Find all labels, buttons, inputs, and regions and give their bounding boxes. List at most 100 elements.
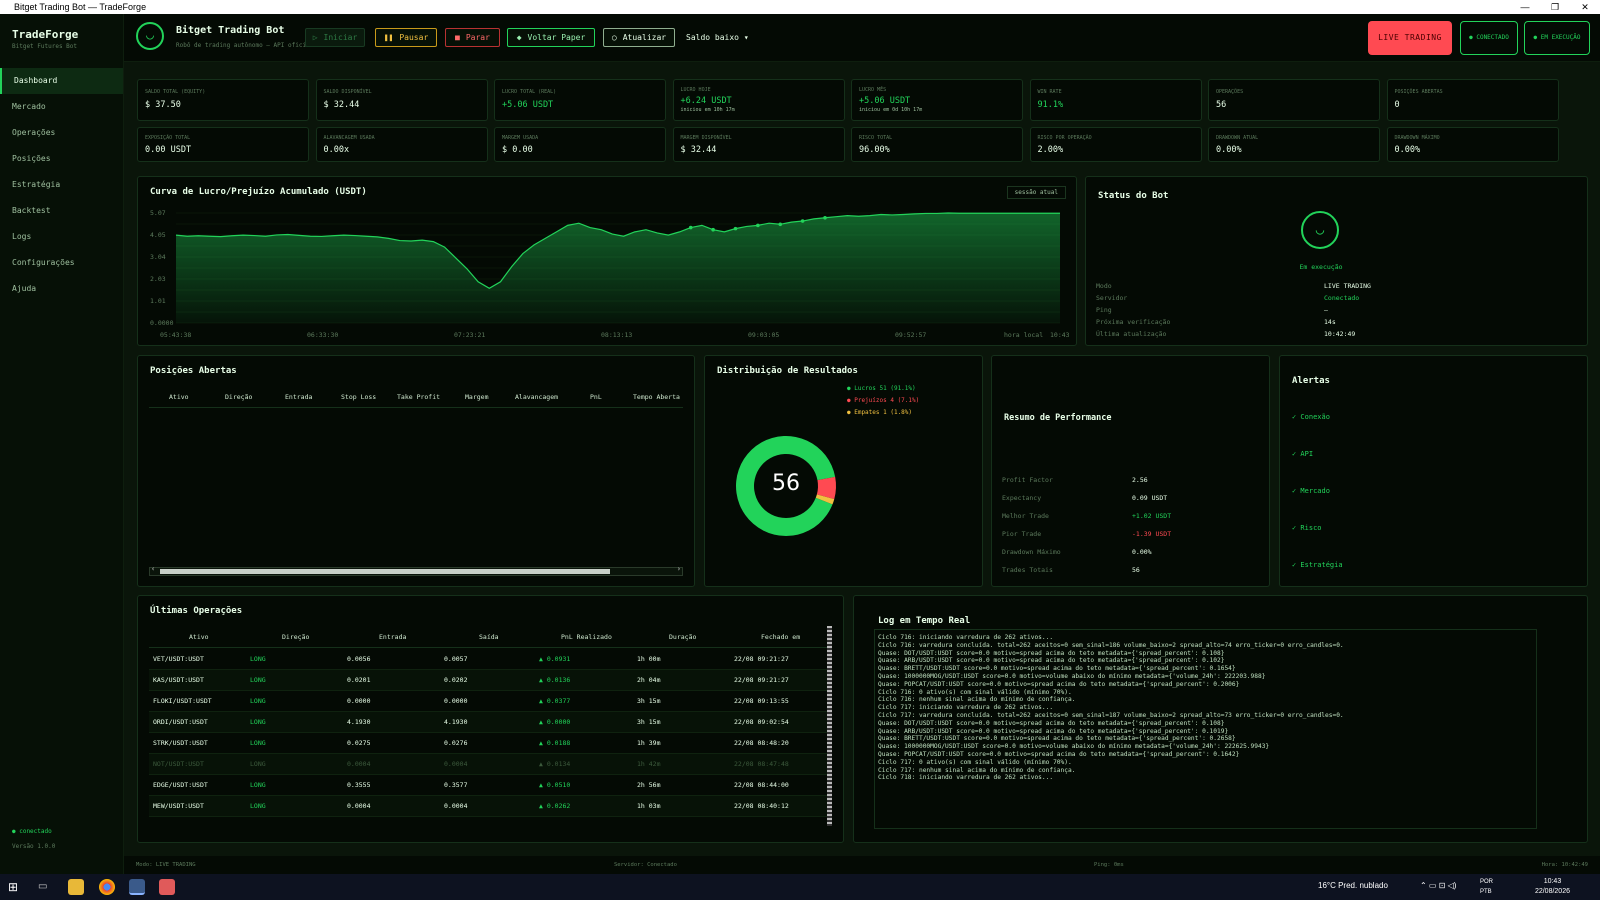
kpi-label: Risco por Operação: [1037, 135, 1092, 141]
table-row[interactable]: EDGE/USDT:USDT LONG 0.3555 0.3577 ▲ 0.0510 2h…: [149, 775, 828, 796]
app-pinned-icon[interactable]: [159, 879, 175, 895]
clock-date: 22/08/2026: [1534, 888, 1570, 895]
sidebar-item-mercado[interactable]: Mercado: [0, 94, 123, 120]
perf-label: Melhor Trade: [1002, 512, 1049, 520]
positions-scrollbar[interactable]: ‹ ›: [149, 565, 683, 576]
sidebar-item-posicoes[interactable]: Posições: [0, 146, 123, 172]
trade-marker[interactable]: [733, 226, 738, 231]
table-row[interactable]: MEW/USDT:USDT LONG 0.0004 0.0004 ▲ 0.0262 1h …: [149, 796, 828, 817]
file-explorer-icon[interactable]: [68, 879, 84, 895]
scroll-left-icon[interactable]: ‹: [151, 565, 155, 573]
kpi-value: 56: [1216, 100, 1227, 110]
trade-marker[interactable]: [688, 225, 693, 230]
column-header[interactable]: Entrada: [379, 626, 406, 648]
trade-marker[interactable]: [823, 215, 827, 220]
pnl-chart-card: Curva de Lucro/Prejuízo Acumulado (USDT)…: [137, 176, 1077, 346]
log-line: Quase: BRETT/USDT:USDT score=0.0 motivo=…: [878, 735, 1236, 743]
table-cell: 0.0000: [444, 697, 468, 705]
column-header[interactable]: Saída: [479, 626, 499, 648]
chrome-icon[interactable]: [99, 879, 115, 895]
column-header[interactable]: Ativo: [169, 386, 189, 408]
column-header[interactable]: Ativo: [189, 626, 209, 648]
table-cell: 22/08 08:44:00: [734, 781, 789, 789]
taskbar-clock[interactable]: 10:43 22/08/2026: [1535, 877, 1570, 897]
table-row[interactable]: VET/USDT:USDT LONG 0.0056 0.0057 ▲ 0.0931 1h …: [149, 649, 828, 670]
kpi-sub: iniciou em 0d 10h 17m: [859, 107, 923, 113]
start-menu-icon[interactable]: ⊞: [8, 879, 24, 895]
minimize-button[interactable]: —: [1510, 2, 1540, 13]
close-button[interactable]: ✕: [1570, 2, 1600, 13]
trade-marker[interactable]: [756, 223, 760, 228]
distribution-title: Distribuição de Resultados: [717, 366, 858, 376]
column-header[interactable]: Alavancagem: [515, 386, 558, 408]
app-window-icon[interactable]: [129, 879, 145, 895]
maximize-button[interactable]: ❐: [1540, 2, 1570, 13]
column-header[interactable]: Stop Loss: [341, 386, 376, 408]
table-cell: 0.0201: [347, 676, 371, 684]
trades-table-header: Ativo Direção Entrada Saída PnL Realizado Dur…: [149, 626, 832, 648]
kpi-value: 0: [1394, 100, 1400, 110]
column-header[interactable]: PnL: [590, 386, 602, 408]
sidebar-item-backtest[interactable]: Backtest: [0, 198, 123, 224]
perf-value: 0.00%: [1132, 548, 1152, 556]
start-button[interactable]: ▷ Iniciar: [305, 28, 365, 47]
sidebar-item-configuracoes[interactable]: Configurações: [0, 250, 123, 276]
trade-marker[interactable]: [711, 227, 715, 232]
kpi-label: Lucro Hoje: [680, 87, 711, 93]
log-line: Quase: DOT/USDT:USDT score=0.0 motivo=sp…: [878, 649, 1225, 657]
open-positions-card: Posições Abertas Ativo Direção Entrada Stop…: [137, 355, 695, 587]
column-header[interactable]: Tempo Aberta: [633, 386, 680, 408]
paper-mode-button[interactable]: ◆ Voltar Paper: [507, 28, 595, 47]
kpi-card: Posições Abertas 0: [1386, 79, 1559, 121]
refresh-button[interactable]: ○ Atualizar: [603, 28, 675, 47]
x-end-label: 10:43: [1050, 331, 1070, 339]
table-row[interactable]: KAS/USDT:USDT LONG 0.0201 0.0202 ▲ 0.0136 2h …: [149, 670, 828, 691]
table-row[interactable]: FLOKI/USDT:USDT LONG 0.0000 0.0000 ▲ 0.0377 3…: [149, 691, 828, 712]
column-header[interactable]: Duração: [669, 626, 696, 648]
stop-button[interactable]: ■ Parar: [445, 28, 500, 47]
sidebar-item-dashboard[interactable]: Dashboard: [0, 68, 123, 94]
sidebar-item-ajuda[interactable]: Ajuda: [0, 276, 123, 302]
sidebar-nav: Dashboard Mercado Operações Posições Est…: [0, 68, 123, 302]
trade-marker[interactable]: [800, 219, 805, 223]
table-cell: ▲ 0.0262: [539, 802, 571, 810]
live-trading-badge[interactable]: LIVE TRADING: [1368, 21, 1452, 55]
sidebar-item-logs[interactable]: Logs: [0, 224, 123, 250]
balance-filter-select[interactable]: Saldo baixo ▾: [682, 28, 752, 47]
sidebar-item-estrategia[interactable]: Estratégia: [0, 172, 123, 198]
kpi-value: +5.06 USDT: [502, 100, 554, 110]
y-tick-label: 0.0000: [150, 319, 174, 327]
running-badge: ● EM EXECUÇÃO: [1524, 21, 1590, 55]
input-language[interactable]: POR PTB: [1480, 877, 1493, 897]
table-row[interactable]: NOT/USDT:USDT LONG 0.0004 0.0004 ▲ 0.0134 1h …: [149, 754, 828, 775]
task-view-icon[interactable]: ▭: [38, 879, 54, 895]
column-header[interactable]: PnL Realizado: [561, 626, 612, 648]
table-row[interactable]: STRK/USDT:USDT LONG 0.0275 0.0276 ▲ 0.0188 1h…: [149, 733, 828, 754]
distribution-card: Distribuição de Resultados ● Lucros 51 (…: [704, 355, 983, 587]
table-cell: 0.0004: [444, 760, 468, 768]
log-title: Log em Tempo Real: [878, 616, 971, 626]
column-header[interactable]: Fechado em: [761, 626, 800, 648]
trade-marker[interactable]: [778, 222, 783, 227]
status-key: Última atualização: [1096, 330, 1167, 338]
column-header[interactable]: Direção: [225, 386, 252, 408]
kpi-label: Operações: [1216, 89, 1244, 95]
bot-status-card: Status do Bot ◡ Em execução Modo LIVE TRA…: [1085, 176, 1588, 346]
table-cell: 3h 15m: [637, 718, 661, 726]
kpi-card: Alavancagem Usada 0.00x: [315, 127, 488, 162]
table-cell: ▲ 0.0188: [539, 739, 571, 747]
table-cell: 0.0000: [347, 697, 371, 705]
scroll-right-icon[interactable]: ›: [677, 565, 681, 573]
column-header[interactable]: Take Profit: [397, 386, 440, 408]
trades-scrollbar[interactable]: [827, 626, 832, 826]
table-row[interactable]: ORDI/USDT:USDT LONG 4.1930 4.1930 ▲ 0.0000 3h…: [149, 712, 828, 733]
column-header[interactable]: Direção: [282, 626, 309, 648]
weather-widget[interactable]: 16°C Pred. nublado: [1318, 881, 1388, 890]
column-header[interactable]: Margem: [465, 386, 488, 408]
pause-button[interactable]: ❚❚ Pausar: [375, 28, 437, 47]
diamond-icon: ◆: [516, 33, 522, 42]
sidebar-item-operacoes[interactable]: Operações: [0, 120, 123, 146]
column-header[interactable]: Entrada: [285, 386, 312, 408]
system-tray-icons[interactable]: ⌃ ▭ ⊡ ◁): [1420, 881, 1456, 890]
scrollbar-thumb[interactable]: [160, 569, 610, 574]
